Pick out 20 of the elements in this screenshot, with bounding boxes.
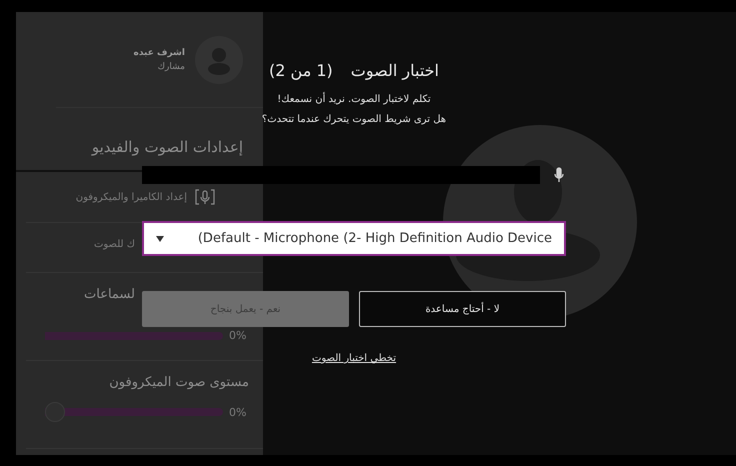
user-name: اشرف عبده: [134, 48, 185, 58]
camera-mic-icon: [195, 189, 215, 205]
skip-link[interactable]: تخطي اختبار الصوت: [312, 353, 396, 364]
volume-slider[interactable]: [45, 402, 223, 422]
step-counter: (1 من 2): [269, 60, 333, 80]
instruction-text: هل ترى شريط الصوت يتحرك عندما تتحدث؟: [262, 113, 446, 127]
volume-label: لسماعات: [84, 287, 135, 302]
microphone-icon: [554, 167, 564, 183]
dialog-title: اختبار الصوت: [350, 60, 439, 80]
volume-label: مستوى صوت الميكروفون: [109, 375, 249, 390]
volume-percent: 0%: [229, 406, 248, 418]
sidebar-title: إعدادات الصوت والفيديو: [92, 138, 243, 156]
microphone-dropdown[interactable]: (Default - Microphone (2- High Definition Audio Device: [142, 221, 566, 256]
help-button[interactable]: لا - أحتاج مساعدة: [359, 291, 566, 327]
slider-handle[interactable]: [45, 402, 65, 422]
volume-percent: 0%: [229, 329, 248, 342]
instruction-text: تكلم لاختبار الصوت. نريد أن نسمعك!: [277, 91, 431, 107]
device-name: (Default - Microphone (2- High Definition Audio Device: [198, 231, 552, 246]
user-role: مشارك: [156, 62, 185, 72]
caret-icon: [156, 236, 164, 242]
